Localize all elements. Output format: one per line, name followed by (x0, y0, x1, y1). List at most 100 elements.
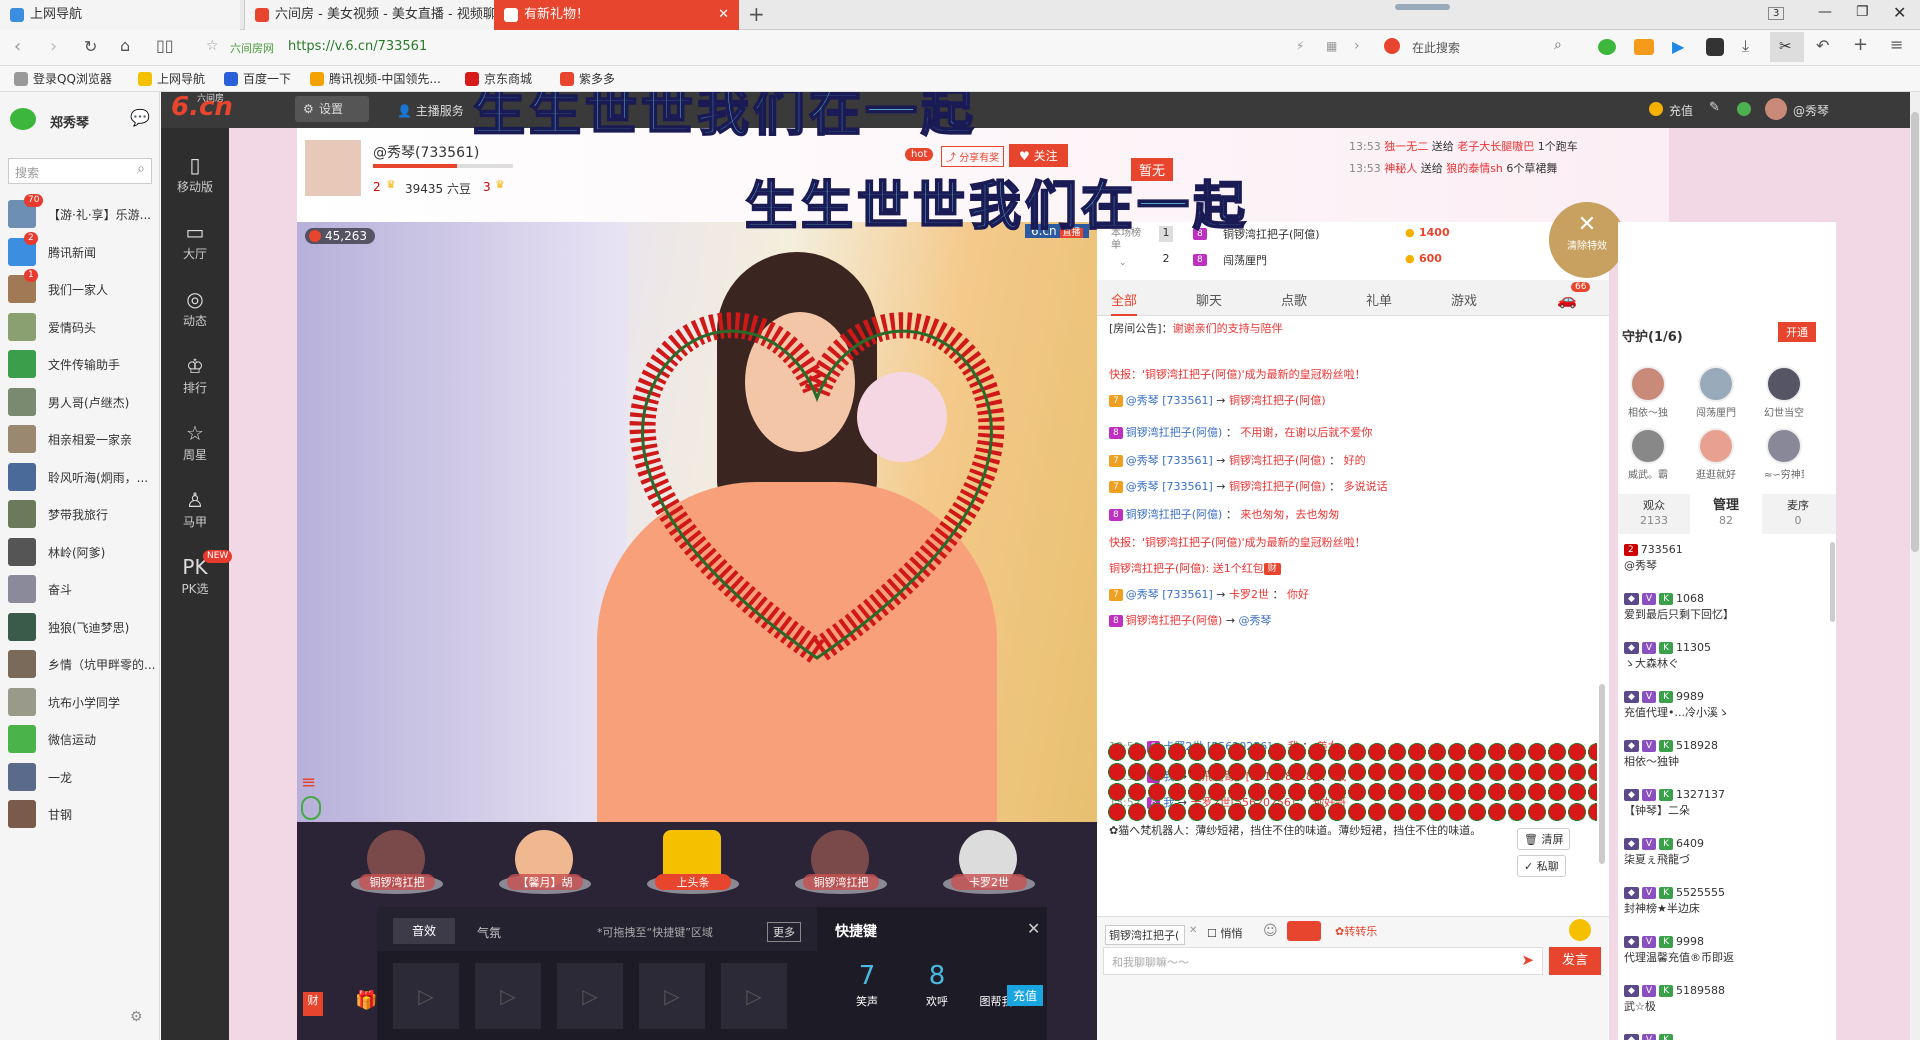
settings-gear-icon[interactable]: ⚙ (130, 1009, 143, 1025)
sidebar-chat-item[interactable]: 梦带我旅行 (8, 496, 158, 532)
play-icon[interactable]: ▶ (1672, 37, 1684, 56)
back-icon[interactable]: ‹ (14, 36, 21, 57)
emoji-icon[interactable]: ☺ (1263, 923, 1278, 939)
screenshot-icon[interactable] (1706, 38, 1724, 56)
home-icon[interactable]: ⌂ (120, 36, 130, 55)
sidebar-chat-item[interactable]: 独狼(飞迪梦思) (8, 609, 158, 645)
bookmark-baidu[interactable]: 百度一下 (224, 70, 291, 87)
clear-effects-button[interactable]: ✕ 清除特效 (1549, 202, 1625, 278)
user-row[interactable]: 2 733561 @秀琴 (1624, 542, 1824, 574)
chat-user[interactable]: @秀琴 [733561] (1126, 454, 1213, 467)
host-name[interactable]: @秀琴(733561) (373, 142, 479, 162)
recharge-button[interactable]: 充值 (1007, 985, 1044, 1006)
reload-icon[interactable]: ↻ (84, 37, 97, 56)
user-row[interactable]: ◆ V K 9998 代理温馨充值®币即返 (1624, 934, 1824, 966)
search-icon[interactable]: ⌕ (1554, 37, 1562, 53)
chat-user[interactable]: 铜锣湾扛把子(阿億) (1126, 508, 1223, 521)
bookmark-other[interactable]: 紫多多 (560, 70, 615, 87)
ticker-to[interactable]: 狼的泰情sh (1446, 162, 1503, 175)
close-icon[interactable]: ✕ (1189, 925, 1197, 936)
guard-avatar[interactable]: 相依～独 (1628, 366, 1668, 419)
reader-icon[interactable]: ▯▯ (156, 36, 174, 55)
nav-item-mobile[interactable]: ▯ 移动版 (161, 146, 229, 206)
user-row[interactable]: ◆VK一张行走的人民币 (1624, 1032, 1824, 1040)
recharge-link[interactable]: 充值 (1669, 102, 1693, 119)
sidebar-chat-item[interactable]: 甘钢 (8, 796, 158, 832)
sidebar-chat-item[interactable]: 奋斗 (8, 571, 158, 607)
sidebar-chat-item[interactable]: 爱情码头 (8, 309, 158, 345)
tab-navigation[interactable]: 上网导航 (0, 0, 240, 30)
settings-button[interactable]: ⚙ 设置 (295, 96, 369, 122)
search-input[interactable]: 在此搜索 (1412, 39, 1460, 56)
undo-icon[interactable]: ↶ (1816, 36, 1829, 55)
guard-avatar[interactable]: 威武。霸 (1628, 428, 1668, 481)
fortune-wheel[interactable]: ✿转转乐 (1335, 923, 1377, 939)
user-row[interactable]: ◆ V K 6409 柒夏ぇ飛龍づ (1624, 836, 1824, 868)
ticker-to[interactable]: 老子大长腿嗷巴 (1457, 140, 1534, 153)
wealth-icon[interactable]: 财 (303, 992, 323, 1016)
maximize-icon[interactable]: ❐ (1856, 4, 1869, 20)
gift-icon[interactable]: 🎁 (355, 990, 377, 1011)
sidebar-chat-item[interactable]: 相亲相爱一家亲 (8, 421, 158, 457)
tab-6cn[interactable]: 六间房 - 美女视频 - 美女直播 - 视频聊 (244, 0, 494, 30)
ticker-from[interactable]: 独一无二 (1384, 140, 1428, 153)
clear-screen-button[interactable]: 🗑 清屏 (1517, 828, 1571, 850)
chat-user[interactable]: 铜锣湾扛把子(阿億) (1126, 426, 1223, 439)
nav-item-star[interactable]: ☆ 周星 (161, 414, 229, 474)
more-button[interactable]: 更多 (767, 922, 801, 942)
ticker-from[interactable]: 神秘人 (1384, 162, 1417, 175)
url-field[interactable]: https://v.6.cn/733561 (288, 39, 427, 54)
chevron-right-icon[interactable]: › (1354, 38, 1360, 54)
shortcut-item[interactable]: 8 欢呼 (907, 961, 967, 1009)
tab-count[interactable]: 3 (1768, 7, 1785, 20)
my-account[interactable]: @秀琴 (1793, 102, 1829, 119)
microphone-icon[interactable] (301, 796, 321, 820)
chat-input[interactable]: 和我聊聊嘛～～ ➤ (1103, 947, 1543, 975)
user-list-scrollbar[interactable] (1830, 542, 1835, 622)
scissors-button[interactable]: ✂ (1770, 32, 1804, 62)
bookmark-qq-login[interactable]: 登录QQ浏览器 (14, 70, 112, 87)
new-tab-icon[interactable]: + (748, 2, 765, 26)
chat-user[interactable]: @秀琴 [733561] (1126, 480, 1213, 493)
nav-item-rank[interactable]: ♔ 排行 (161, 347, 229, 407)
chat-tab[interactable]: 全部 (1111, 290, 1138, 316)
coin-icon[interactable] (1569, 919, 1591, 941)
sidebar-chat-item[interactable]: 坑布小学同学 (8, 684, 158, 720)
host-avatar[interactable] (303, 138, 363, 198)
page-scrollbar-thumb[interactable] (1911, 112, 1919, 552)
download-icon[interactable]: ⤓ (1742, 36, 1749, 56)
sidebar-chat-item[interactable]: 我们一家人 1 (8, 269, 158, 307)
sidebar-chat-item[interactable]: 林岭(阿爹) (8, 534, 158, 570)
chat-bubble-icon[interactable]: 💬 (130, 108, 150, 127)
sidebar-chat-item[interactable]: 男人哥(卢继杰) (8, 384, 158, 420)
nav-item-compass[interactable]: ◎ 动态 (161, 280, 229, 340)
sidebar-chat-item[interactable]: 腾讯新闻 2 (8, 231, 158, 270)
red-packet-icon[interactable] (1287, 921, 1321, 941)
bookmark-navigation[interactable]: 上网导航 (138, 70, 205, 87)
sidebar-chat-item[interactable]: 乡情（坑甲畔零的... (8, 646, 158, 682)
user-tab[interactable]: 观众 2133 (1618, 494, 1690, 534)
sound-slot[interactable]: ▷ (721, 963, 787, 1029)
chat-tab[interactable]: 礼单 (1366, 290, 1392, 309)
rank-name[interactable]: 闯荡厘門 (1223, 252, 1267, 268)
user-row[interactable]: ◆ V K 5525555 封神榜★半边床 (1624, 885, 1824, 917)
send-button[interactable]: 发言 (1549, 947, 1601, 975)
user-row[interactable]: ◆ V K 11305 ゝ大森林ぐ (1624, 640, 1824, 672)
user-row[interactable]: ◆ V K 518928 相依～独钟 (1624, 738, 1824, 770)
shortcut-item[interactable]: 7 笑声 (837, 961, 897, 1009)
star-icon[interactable]: ☆ (206, 38, 219, 54)
close-panel-icon[interactable]: ✕ (1027, 919, 1040, 938)
guard-avatar[interactable]: 闯荡厘門 (1696, 366, 1736, 419)
tab-sound[interactable]: 音效 (393, 918, 455, 944)
menu-icon[interactable]: ≡ (301, 772, 316, 793)
sidebar-chat-item[interactable]: 聆风听海(炯雨，... (8, 459, 158, 495)
chat-user[interactable]: 铜锣湾扛把子(阿億) (1229, 394, 1326, 407)
whisper-checkbox[interactable]: ☐ 悄悄 (1207, 925, 1242, 941)
sound-slot[interactable]: ▷ (475, 963, 541, 1029)
chat-tab[interactable]: 聊天 (1196, 290, 1222, 309)
chat-user[interactable]: @秀琴 (1239, 614, 1272, 627)
chat-user[interactable]: @秀琴 [733561] (1126, 588, 1213, 601)
avatar[interactable] (1765, 98, 1787, 120)
bookmark-jd[interactable]: 京东商城 (465, 70, 532, 87)
page-scrollbar[interactable] (1910, 92, 1920, 1040)
